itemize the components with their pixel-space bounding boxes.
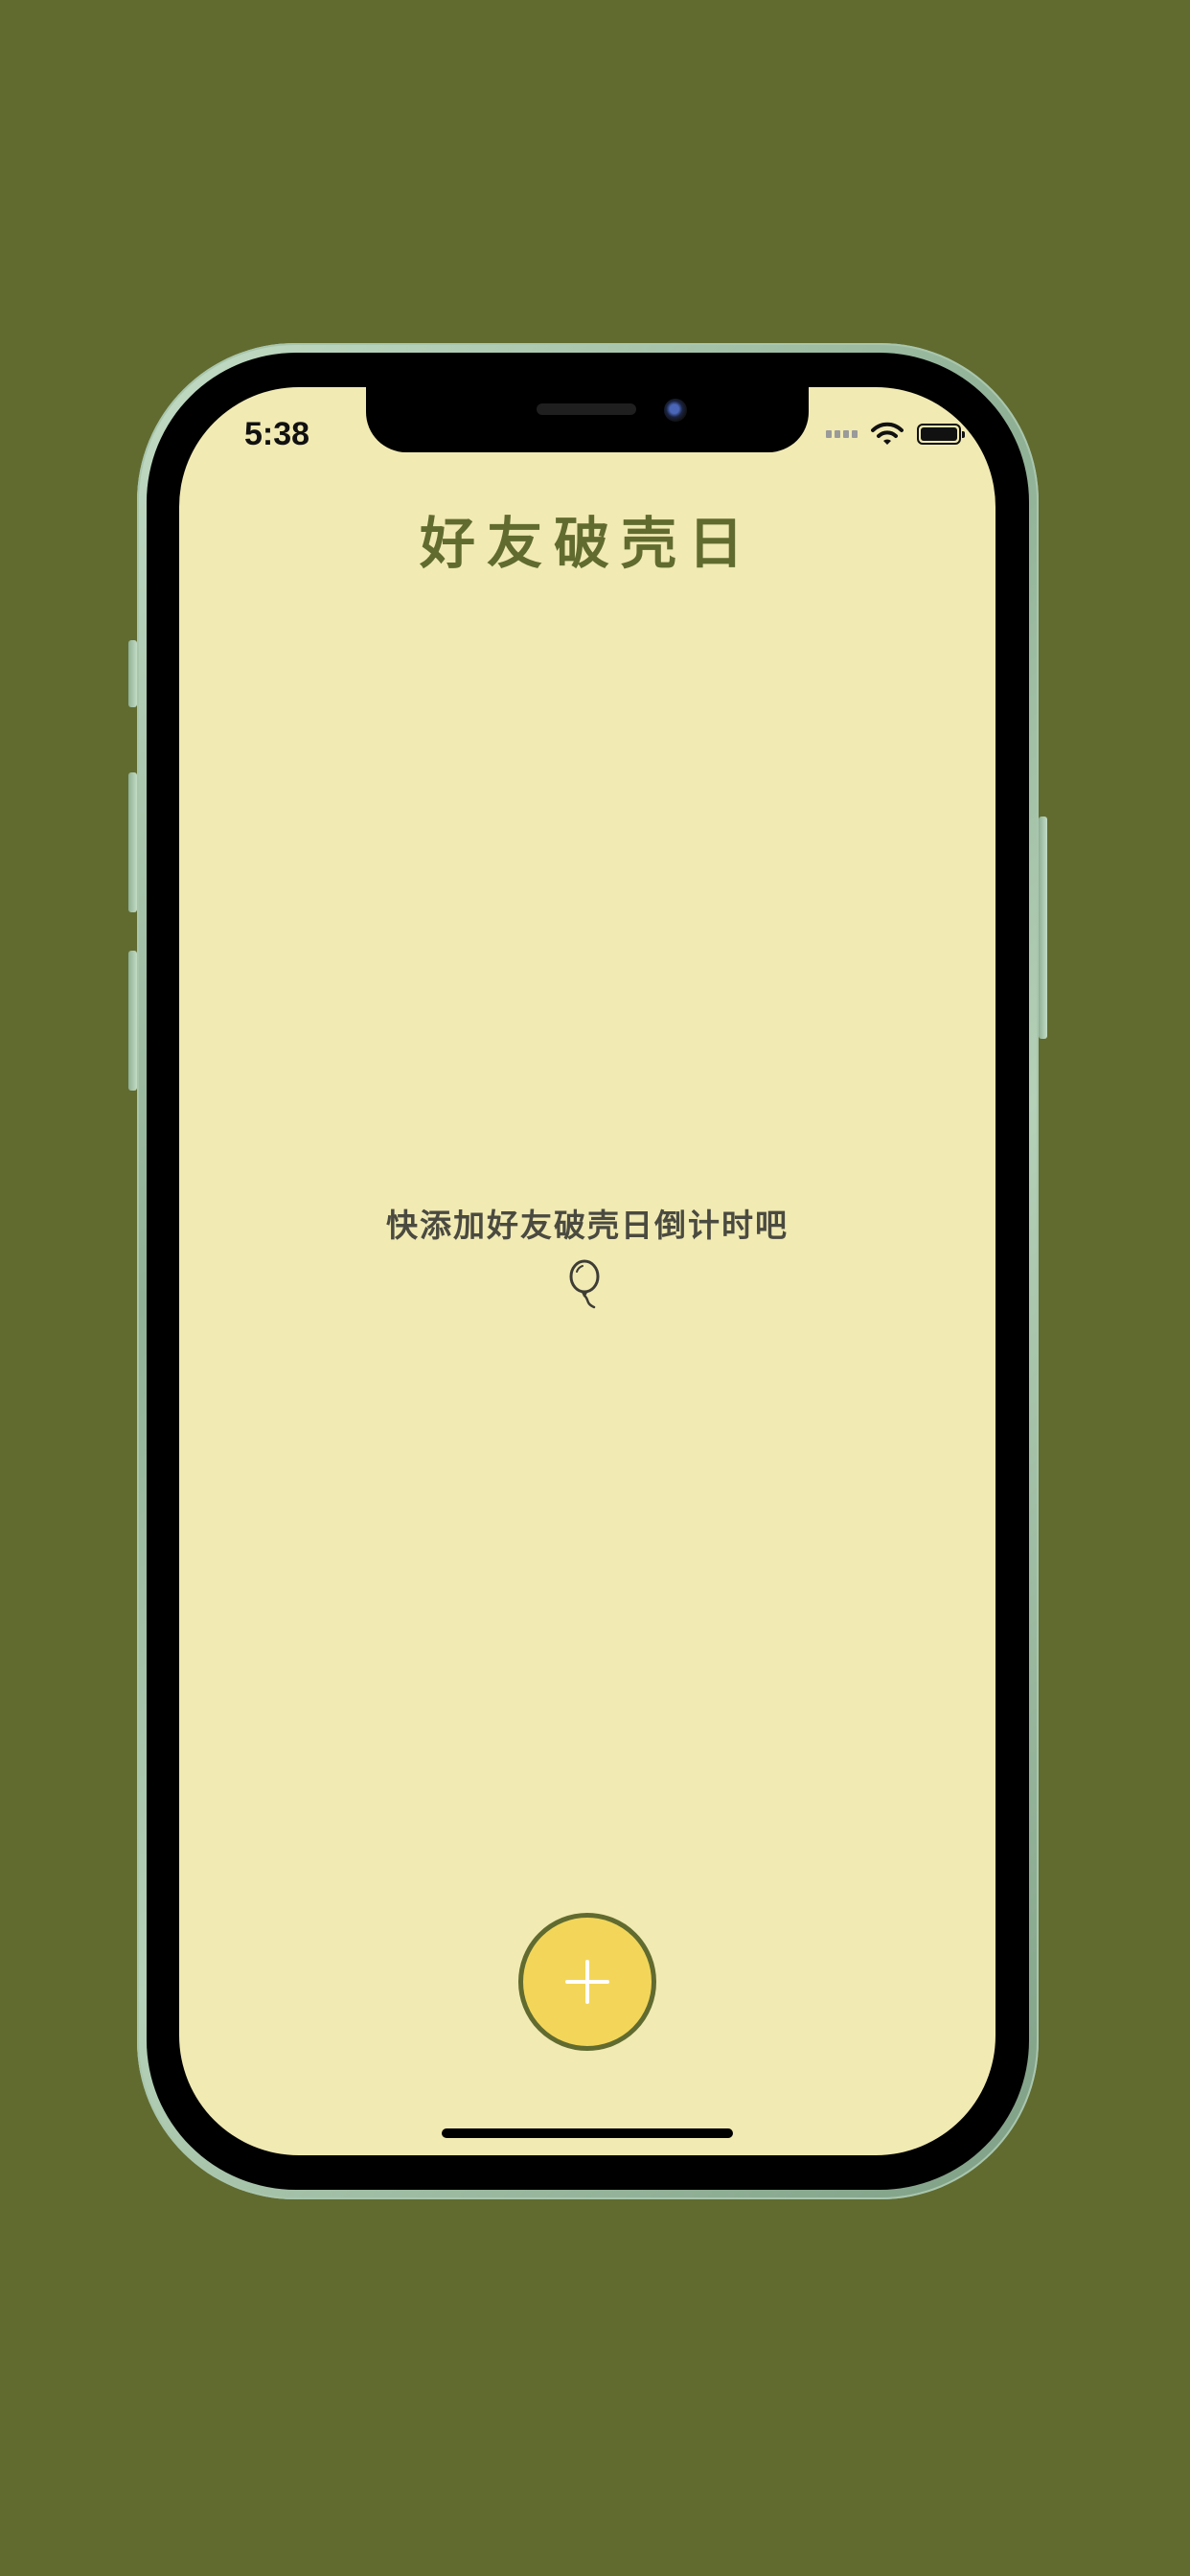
status-time: 5:38 xyxy=(244,416,310,452)
status-icons xyxy=(826,422,965,447)
mute-switch xyxy=(128,640,137,707)
plus-icon xyxy=(565,1960,609,2004)
battery-icon xyxy=(917,424,965,445)
app-screen: 5:38 好友破壳日 快添加好友破壳日倒计时吧 xyxy=(179,387,995,2155)
home-indicator[interactable] xyxy=(442,2128,733,2138)
notch xyxy=(366,387,809,452)
balloon-icon xyxy=(569,1259,600,1309)
wifi-icon xyxy=(871,422,904,445)
power-button xyxy=(1039,816,1047,1039)
add-birthday-button[interactable] xyxy=(518,1913,656,2051)
empty-state-message: 快添加好友破壳日倒计时吧 xyxy=(386,1207,789,1244)
volume-up-button xyxy=(128,772,137,912)
page-title: 好友破壳日 xyxy=(419,511,755,576)
front-camera xyxy=(664,399,687,422)
cellular-signal-icon xyxy=(826,430,858,438)
earpiece-speaker xyxy=(537,403,636,415)
volume-down-button xyxy=(128,951,137,1091)
